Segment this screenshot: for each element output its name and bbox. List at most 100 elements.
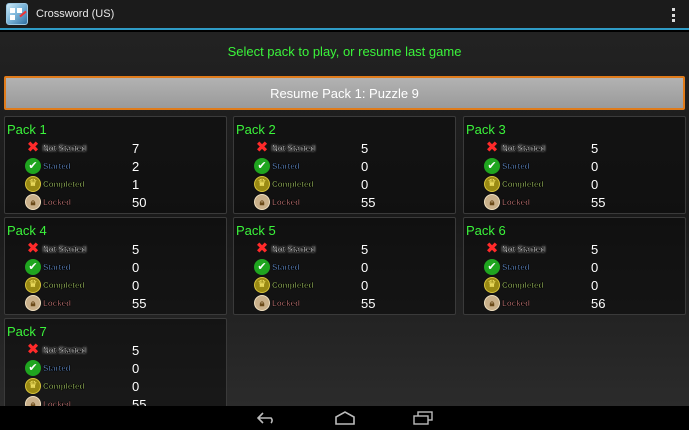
status-row-locked: 🔒︎ Locked 55 (25, 294, 225, 312)
status-count-not-started: 5 (361, 241, 369, 257)
trophy-icon: ♛ (25, 176, 41, 192)
check-icon: ✔ (254, 158, 270, 174)
instruction-text: Select pack to play, or resume last game (227, 44, 462, 59)
status-row-not-started: ✖ Not Started 5 (25, 341, 225, 359)
pack-card[interactable]: Pack 6 ✖ Not Started 5 ✔ Started 0 ♛ Completed 0 🔒… (463, 217, 686, 315)
status-label-completed: Completed (43, 179, 85, 189)
check-icon: ✔ (25, 360, 41, 376)
status-count-started: 0 (361, 158, 369, 174)
pack-title: Pack 5 (236, 223, 276, 238)
status-row-completed: ♛ Completed 0 (25, 377, 225, 395)
status-count-locked: 55 (361, 194, 376, 210)
status-row-completed: ♛ Completed 0 (254, 175, 454, 193)
status-count-not-started: 5 (361, 140, 369, 156)
status-label-started: Started (43, 363, 71, 373)
status-row-started: ✔ Started 0 (484, 258, 684, 276)
status-count-not-started: 5 (132, 342, 140, 358)
status-label-not-started: Not Started (272, 244, 316, 254)
lock-icon: 🔒︎ (25, 295, 41, 311)
status-label-not-started: Not Started (502, 143, 546, 153)
status-label-locked: Locked (272, 197, 301, 207)
action-bar: Crossword (US) (0, 0, 689, 30)
x-icon: ✖ (485, 139, 499, 156)
status-row-started: ✔ Started 0 (254, 258, 454, 276)
status-count-completed: 0 (132, 277, 140, 293)
pack-card[interactable]: Pack 4 ✖ Not Started 5 ✔ Started 0 ♛ Completed 0 🔒… (4, 217, 227, 315)
status-count-started: 0 (591, 158, 599, 174)
status-row-completed: ♛ Completed 0 (484, 276, 684, 294)
pack-card[interactable]: Pack 3 ✖ Not Started 5 ✔ Started 0 ♛ Completed 0 🔒… (463, 116, 686, 214)
pack-title: Pack 3 (466, 122, 506, 137)
status-row-started: ✔ Started 0 (484, 157, 684, 175)
pack-card[interactable]: Pack 7 ✖ Not Started 5 ✔ Started 0 ♛ Completed 0 🔒… (4, 318, 227, 406)
status-label-not-started: Not Started (502, 244, 546, 254)
status-row-not-started: ✖ Not Started 5 (254, 139, 454, 157)
status-label-locked: Locked (502, 197, 531, 207)
status-count-locked: 55 (591, 194, 606, 210)
status-label-locked: Locked (272, 298, 301, 308)
status-count-not-started: 5 (132, 241, 140, 257)
x-icon: ✖ (485, 240, 499, 257)
status-label-completed: Completed (272, 179, 314, 189)
status-label-not-started: Not Started (43, 143, 87, 153)
pack-card[interactable]: Pack 5 ✖ Not Started 5 ✔ Started 0 ♛ Completed 0 🔒… (233, 217, 456, 315)
resume-button[interactable]: Resume Pack 1: Puzzle 9 (4, 76, 685, 110)
status-count-completed: 0 (591, 176, 599, 192)
status-row-not-started: ✖ Not Started 5 (484, 139, 684, 157)
lock-icon: 🔒︎ (254, 194, 270, 210)
status-label-not-started: Not Started (43, 244, 87, 254)
status-label-not-started: Not Started (272, 143, 316, 153)
home-icon[interactable] (333, 409, 357, 427)
app-title: Crossword (US) (36, 8, 115, 20)
status-label-locked: Locked (502, 298, 531, 308)
x-icon: ✖ (26, 240, 40, 257)
status-row-started: ✔ Started 2 (25, 157, 225, 175)
status-row-started: ✔ Started 0 (25, 359, 225, 377)
status-label-completed: Completed (43, 381, 85, 391)
pack-card[interactable]: Pack 2 ✖ Not Started 5 ✔ Started 0 ♛ Completed 0 🔒… (233, 116, 456, 214)
check-icon: ✔ (484, 158, 500, 174)
overflow-menu-icon[interactable] (672, 8, 675, 22)
check-icon: ✔ (254, 259, 270, 275)
status-label-started: Started (272, 161, 300, 171)
status-count-started: 0 (361, 259, 369, 275)
status-row-locked: 🔒︎ Locked 56 (484, 294, 684, 312)
pack-card[interactable]: Pack 1 ✖ Not Started 7 ✔ Started 2 ♛ Completed 1 🔒… (4, 116, 227, 214)
status-count-completed: 1 (132, 176, 140, 192)
status-row-locked: 🔒︎ Locked 55 (484, 193, 684, 211)
trophy-icon: ♛ (254, 176, 270, 192)
status-row-locked: 🔒︎ Locked 55 (254, 193, 454, 211)
recent-apps-icon[interactable] (411, 409, 435, 427)
status-label-started: Started (502, 262, 530, 272)
crossword-app-icon[interactable] (6, 3, 28, 25)
status-count-started: 0 (132, 360, 140, 376)
trophy-icon: ♛ (484, 277, 500, 293)
status-count-not-started: 5 (591, 140, 599, 156)
pack-title: Pack 4 (7, 223, 47, 238)
lock-icon: 🔒︎ (25, 396, 41, 406)
status-row-not-started: ✖ Not Started 7 (25, 139, 225, 157)
pack-title: Pack 2 (236, 122, 276, 137)
pack-title: Pack 7 (7, 324, 47, 339)
back-icon[interactable] (255, 409, 279, 427)
status-count-started: 2 (132, 158, 140, 174)
status-label-completed: Completed (272, 280, 314, 290)
check-icon: ✔ (25, 259, 41, 275)
status-row-started: ✔ Started 0 (254, 157, 454, 175)
x-icon: ✖ (26, 341, 40, 358)
status-count-locked: 55 (132, 295, 147, 311)
status-label-completed: Completed (43, 280, 85, 290)
status-label-completed: Completed (502, 179, 544, 189)
check-icon: ✔ (484, 259, 500, 275)
status-row-locked: 🔒︎ Locked 50 (25, 193, 225, 211)
trophy-icon: ♛ (254, 277, 270, 293)
status-row-locked: 🔒︎ Locked 55 (25, 395, 225, 406)
status-count-locked: 56 (591, 295, 606, 311)
lock-icon: 🔒︎ (484, 295, 500, 311)
status-label-started: Started (272, 262, 300, 272)
status-count-completed: 0 (361, 176, 369, 192)
trophy-icon: ♛ (484, 176, 500, 192)
lock-icon: 🔒︎ (254, 295, 270, 311)
status-count-locked: 55 (361, 295, 376, 311)
status-count-not-started: 7 (132, 140, 140, 156)
